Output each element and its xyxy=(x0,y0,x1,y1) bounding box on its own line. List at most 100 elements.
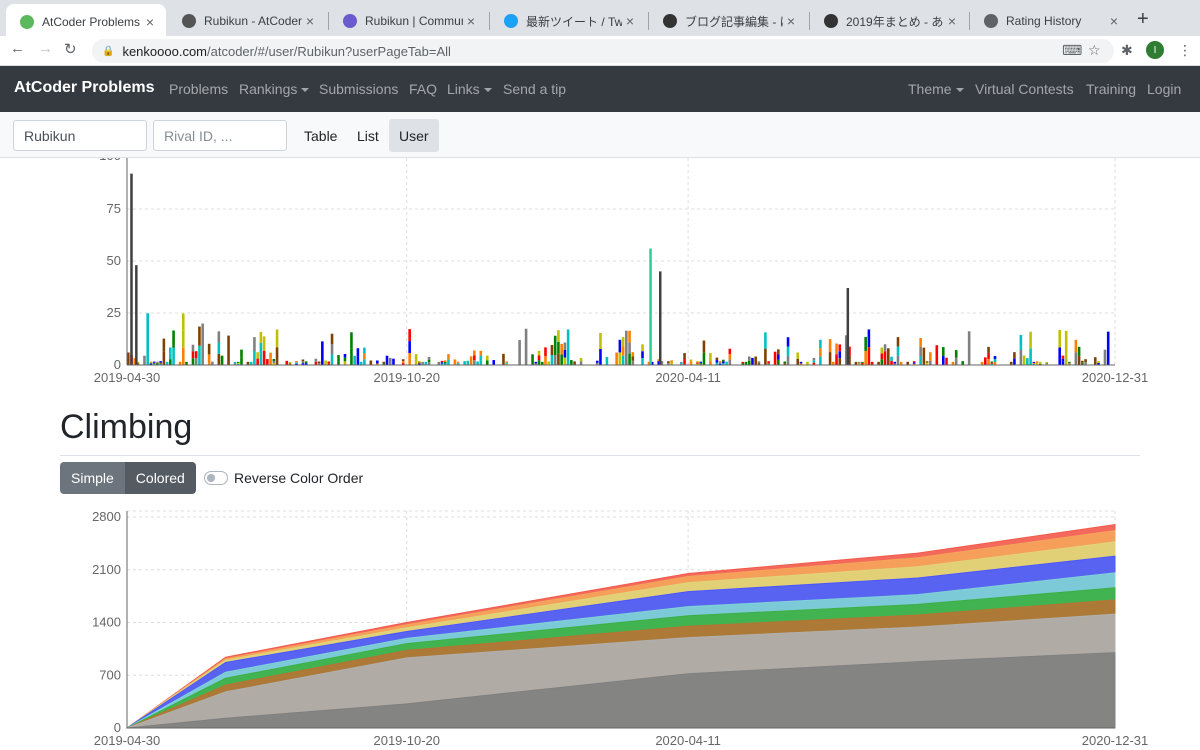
bar xyxy=(156,361,159,363)
close-tab-icon[interactable]: × xyxy=(783,13,799,29)
bar xyxy=(217,353,221,365)
view-table-button[interactable]: Table xyxy=(294,119,347,152)
close-tab-icon[interactable]: × xyxy=(622,13,638,29)
bar xyxy=(553,355,557,365)
bar xyxy=(557,330,560,342)
close-tab-icon[interactable]: × xyxy=(944,13,960,29)
extensions-icon[interactable]: ✱ xyxy=(1121,42,1133,59)
nav-rankings[interactable]: Rankings xyxy=(239,81,310,97)
x-tick-label: 2020-04-11 xyxy=(655,733,721,748)
bar xyxy=(919,356,922,365)
bar xyxy=(181,313,185,331)
view-list-button[interactable]: List xyxy=(347,119,389,152)
bar xyxy=(301,361,305,364)
simple-toggle-button[interactable]: Simple xyxy=(60,462,125,494)
bar xyxy=(259,331,263,343)
bar xyxy=(579,358,583,362)
browser-tab[interactable]: 2019年まとめ - あああ× xyxy=(810,6,968,36)
bar xyxy=(641,358,644,365)
bar xyxy=(152,361,156,363)
bar xyxy=(929,352,932,357)
browser-tab[interactable]: Rating History × xyxy=(970,6,1130,36)
bar xyxy=(337,355,340,359)
rival-id-input[interactable] xyxy=(153,120,287,151)
nav-virtual-contests[interactable]: Virtual Contests xyxy=(975,81,1074,97)
bar xyxy=(1019,334,1023,350)
menu-kebab-icon[interactable]: ⋮ xyxy=(1178,42,1192,59)
y-tick-label: 75 xyxy=(107,201,121,216)
nav-problems[interactable]: Problems xyxy=(169,81,228,97)
nav-login[interactable]: Login xyxy=(1147,81,1181,97)
bar xyxy=(1064,330,1068,365)
bar xyxy=(557,353,560,365)
bar xyxy=(275,347,279,365)
bar xyxy=(783,361,787,364)
star-icon[interactable]: ☆ xyxy=(1088,42,1101,59)
bar xyxy=(337,358,340,362)
bar xyxy=(207,343,211,355)
tab-separator xyxy=(809,12,810,30)
close-tab-icon[interactable]: × xyxy=(463,13,479,29)
bar xyxy=(376,361,379,364)
browser-tab[interactable]: 最新ツイート / Twitter× xyxy=(490,6,646,36)
reload-icon[interactable]: ↻ xyxy=(64,40,77,58)
bar xyxy=(867,347,871,365)
bar xyxy=(1068,361,1071,363)
bar xyxy=(418,362,421,364)
climbing-heading: Climbing xyxy=(60,408,193,446)
nav-faq[interactable]: FAQ xyxy=(409,81,437,97)
bar xyxy=(401,359,405,362)
bar xyxy=(194,358,198,365)
bar xyxy=(473,360,476,365)
bar xyxy=(945,357,948,365)
tab-title: Rubikun - AtCoder xyxy=(204,14,302,28)
url-field[interactable]: 🔒 kenkoooo.com/atcoder/#/user/Rubikun?us… xyxy=(92,39,1114,63)
new-tab-button[interactable]: + xyxy=(1137,8,1149,31)
bar xyxy=(272,358,276,361)
bar xyxy=(709,353,712,358)
bar xyxy=(628,342,631,354)
bar xyxy=(728,354,732,360)
bar xyxy=(1103,349,1107,365)
close-tab-icon[interactable]: × xyxy=(1106,13,1122,29)
bar xyxy=(718,361,722,363)
bar xyxy=(473,355,476,361)
bar xyxy=(191,344,195,352)
close-tab-icon[interactable]: × xyxy=(302,13,318,29)
bar xyxy=(631,360,635,365)
profile-avatar[interactable]: I xyxy=(1146,41,1164,59)
colored-toggle-button[interactable]: Colored xyxy=(124,462,196,494)
bar xyxy=(253,351,256,365)
translate-icon[interactable]: ⌨ xyxy=(1062,42,1082,59)
brand-logo[interactable]: AtCoder Problems xyxy=(14,79,154,97)
nav-links[interactable]: Links xyxy=(447,81,492,97)
bar xyxy=(728,359,732,365)
bar xyxy=(893,361,897,364)
forward-icon[interactable]: → xyxy=(38,40,53,57)
bar xyxy=(191,358,195,365)
bar xyxy=(846,288,850,365)
view-user-button[interactable]: User xyxy=(389,119,439,152)
browser-tab[interactable]: Rubikun | Community× xyxy=(329,6,487,36)
browser-tab[interactable]: ブログ記事編集 - はてな× xyxy=(649,6,807,36)
nav-training[interactable]: Training xyxy=(1086,81,1136,97)
bar xyxy=(385,355,389,365)
nav-rankings-label: Rankings xyxy=(239,81,298,97)
twitter-icon xyxy=(504,14,518,28)
nav-theme[interactable]: Theme xyxy=(908,81,964,97)
bar xyxy=(295,362,298,364)
bar xyxy=(236,362,240,364)
back-icon[interactable]: ← xyxy=(10,40,25,57)
browser-tab[interactable]: AtCoder Problems × xyxy=(6,4,166,40)
nav-send-tip[interactable]: Send a tip xyxy=(503,81,566,97)
bar xyxy=(162,338,166,352)
nav-submissions[interactable]: Submissions xyxy=(319,81,398,97)
bar xyxy=(466,360,470,365)
browser-tab[interactable]: Rubikun - AtCoder × xyxy=(168,6,326,36)
bar xyxy=(1061,358,1065,362)
user-id-input[interactable] xyxy=(13,120,147,151)
reverse-color-switch[interactable] xyxy=(204,471,228,485)
bar xyxy=(683,359,686,365)
bar xyxy=(181,330,185,348)
close-tab-icon[interactable]: × xyxy=(142,14,158,30)
